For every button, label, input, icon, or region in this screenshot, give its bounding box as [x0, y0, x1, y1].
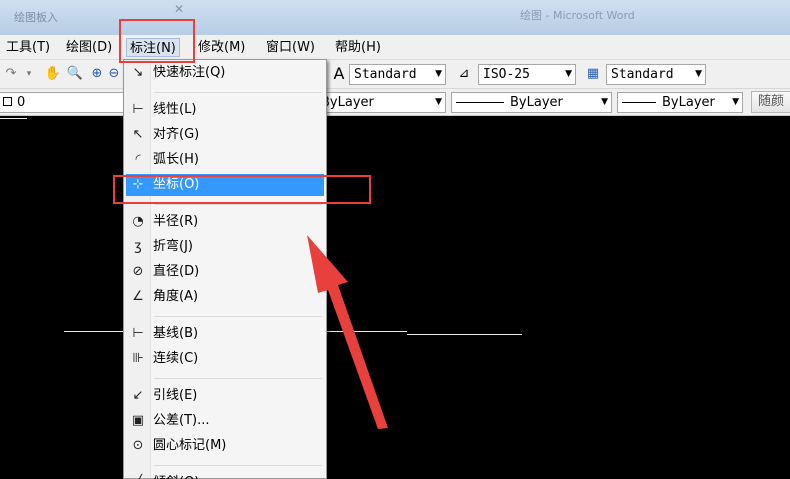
annotation-arrow-shape — [307, 235, 388, 429]
annotation-arrow — [307, 235, 388, 429]
